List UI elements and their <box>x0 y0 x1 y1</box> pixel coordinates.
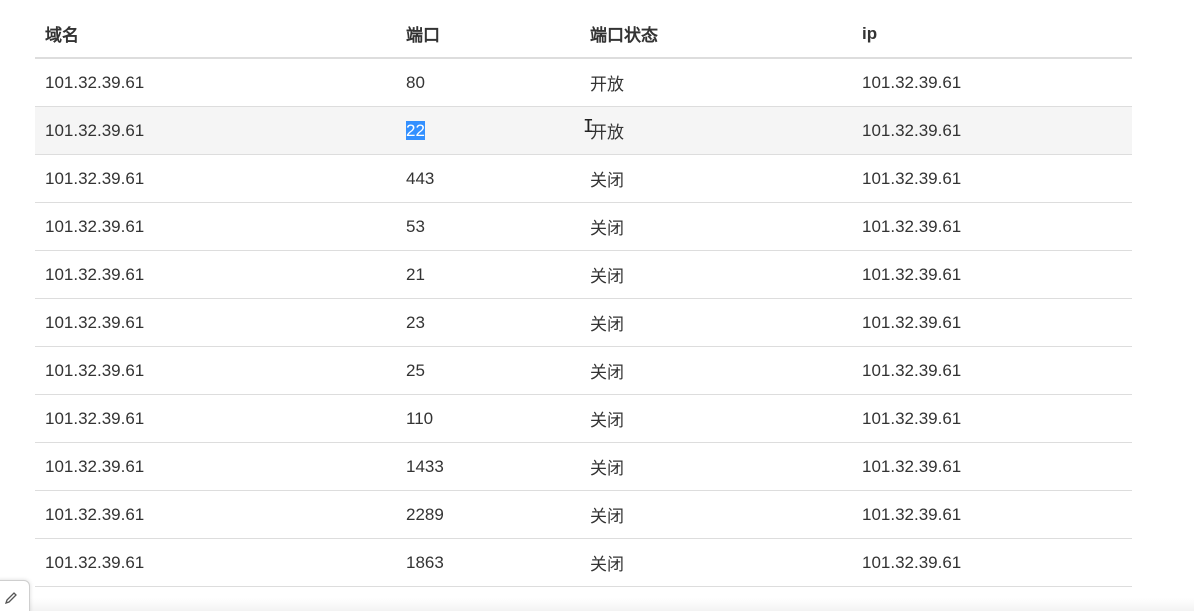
cell-status[interactable]: 关闭 <box>580 154 852 203</box>
cell-domain[interactable]: 101.32.39.61 <box>35 58 396 107</box>
cell-port[interactable]: 21 <box>396 250 580 299</box>
cell-domain[interactable]: 101.32.39.61 <box>35 346 396 395</box>
header-port[interactable]: 端口 <box>396 10 580 59</box>
cell-ip[interactable]: 101.32.39.61 <box>852 250 1132 299</box>
cell-port[interactable]: 80 <box>396 58 580 107</box>
cell-status[interactable]: 关闭 <box>580 346 852 395</box>
cell-port[interactable]: 25 <box>396 346 580 395</box>
table-row: 101.32.39.61 110 关闭 101.32.39.61 <box>35 394 1132 443</box>
cell-port[interactable]: 110 <box>396 394 580 443</box>
cell-status[interactable]: 关闭 <box>580 490 852 539</box>
table-row: 101.32.39.61 53 关闭 101.32.39.61 <box>35 202 1132 251</box>
selected-port-text[interactable]: 22 <box>406 120 425 140</box>
cell-ip[interactable]: 101.32.39.61 <box>852 202 1132 251</box>
pencil-icon <box>4 592 17 605</box>
cell-status[interactable]: 开放 <box>580 106 852 155</box>
table-row: 101.32.39.61 443 关闭 101.32.39.61 <box>35 154 1132 203</box>
cell-ip[interactable]: 101.32.39.61 <box>852 106 1132 155</box>
cell-domain[interactable]: 101.32.39.61 <box>35 106 396 155</box>
cell-domain[interactable]: 101.32.39.61 <box>35 538 396 587</box>
cell-domain[interactable]: 101.32.39.61 <box>35 202 396 251</box>
cell-ip[interactable]: 101.32.39.61 <box>852 298 1132 347</box>
cell-status[interactable]: 关闭 <box>580 538 852 587</box>
page: 域名 端口 端口状态 ip 101.32.39.61 80 开放 101.32.… <box>0 0 1194 611</box>
cell-port[interactable]: 2289 <box>396 490 580 539</box>
edit-widget-button[interactable] <box>0 580 30 611</box>
cell-port[interactable]: 1433 <box>396 442 580 491</box>
bottom-fade <box>0 598 1194 611</box>
table-row: 101.32.39.61 21 关闭 101.32.39.61 <box>35 250 1132 299</box>
cell-domain[interactable]: 101.32.39.61 <box>35 250 396 299</box>
header-ip[interactable]: ip <box>852 10 1132 59</box>
table-row: 101.32.39.61 1863 关闭 101.32.39.61 <box>35 538 1132 587</box>
cell-domain[interactable]: 101.32.39.61 <box>35 154 396 203</box>
cell-status[interactable]: 关闭 <box>580 442 852 491</box>
cell-ip[interactable]: 101.32.39.61 <box>852 490 1132 539</box>
table-row: 101.32.39.61 80 开放 101.32.39.61 <box>35 58 1132 107</box>
table-row: 101.32.39.61 1433 关闭 101.32.39.61 <box>35 442 1132 491</box>
cell-status[interactable]: 关闭 <box>580 202 852 251</box>
header-port-status[interactable]: 端口状态 <box>580 10 852 59</box>
cell-status[interactable]: 开放 <box>580 58 852 107</box>
header-domain[interactable]: 域名 <box>35 10 396 59</box>
table-header-row: 域名 端口 端口状态 ip <box>35 10 1132 59</box>
cell-domain[interactable]: 101.32.39.61 <box>35 298 396 347</box>
cell-status[interactable]: 关闭 <box>580 298 852 347</box>
cell-ip[interactable]: 101.32.39.61 <box>852 154 1132 203</box>
cell-domain[interactable]: 101.32.39.61 <box>35 394 396 443</box>
table-row: 101.32.39.61 25 关闭 101.32.39.61 <box>35 346 1132 395</box>
cell-port[interactable]: 53 <box>396 202 580 251</box>
cell-port[interactable]: 1863 <box>396 538 580 587</box>
cell-port[interactable]: 22 <box>396 106 580 155</box>
cell-ip[interactable]: 101.32.39.61 <box>852 394 1132 443</box>
port-scan-table: 域名 端口 端口状态 ip 101.32.39.61 80 开放 101.32.… <box>35 10 1132 587</box>
cell-ip[interactable]: 101.32.39.61 <box>852 538 1132 587</box>
table-row: 101.32.39.61 23 关闭 101.32.39.61 <box>35 298 1132 347</box>
table-row: 101.32.39.61 22 开放 101.32.39.61 <box>35 106 1132 155</box>
cell-status[interactable]: 关闭 <box>580 394 852 443</box>
cell-domain[interactable]: 101.32.39.61 <box>35 442 396 491</box>
cell-port[interactable]: 23 <box>396 298 580 347</box>
cell-domain[interactable]: 101.32.39.61 <box>35 490 396 539</box>
cell-status[interactable]: 关闭 <box>580 250 852 299</box>
table-row: 101.32.39.61 2289 关闭 101.32.39.61 <box>35 490 1132 539</box>
cell-ip[interactable]: 101.32.39.61 <box>852 346 1132 395</box>
cell-ip[interactable]: 101.32.39.61 <box>852 442 1132 491</box>
cell-ip[interactable]: 101.32.39.61 <box>852 58 1132 107</box>
cell-port[interactable]: 443 <box>396 154 580 203</box>
